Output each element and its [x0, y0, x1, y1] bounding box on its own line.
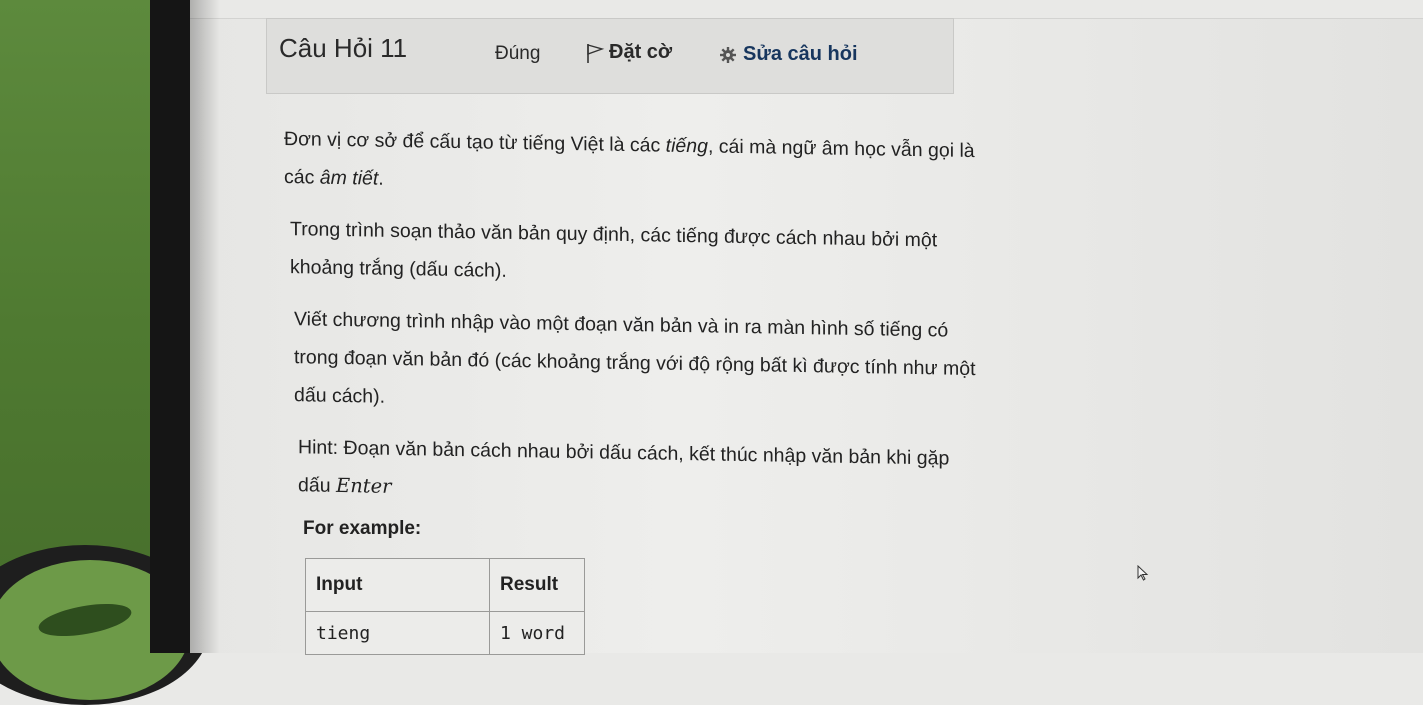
- page-top-edge: [190, 0, 1423, 19]
- paragraph-task: Viết chương trình nhập vào một đoạn văn …: [294, 308, 976, 408]
- monitor-bezel: [150, 0, 190, 653]
- table-cell-input: tieng: [305, 611, 490, 655]
- question-title: Câu Hỏi 11: [279, 33, 408, 63]
- table-row: tieng 1 word: [305, 611, 585, 655]
- gear-icon: [720, 46, 736, 63]
- flag-label: Đặt cờ: [609, 41, 673, 63]
- emphasis-text: tiếng: [665, 134, 708, 158]
- paragraph-spacing-rule: Trong trình soạn thảo văn bản quy định, …: [290, 218, 938, 282]
- examples-table: Input Result tieng 1 word: [305, 558, 585, 655]
- column-header-result: Result: [489, 558, 585, 612]
- table-header-row: Input Result: [305, 558, 585, 612]
- paragraph-text: .: [378, 167, 384, 190]
- paragraph-text: Đơn vị cơ sở để cấu tạo từ tiếng Việt là…: [284, 128, 666, 157]
- edit-label: Sửa câu hỏi: [743, 43, 858, 65]
- question-info-box: Câu Hỏi 11 Đúng Đặt cờ Sửa câu hỏi: [266, 18, 954, 94]
- examples-label: For example:: [303, 518, 422, 539]
- math-enter: Enter: [335, 473, 392, 498]
- flag-icon: [587, 43, 605, 63]
- column-header-input: Input: [305, 558, 490, 612]
- emphasis-text: âm tiết: [319, 166, 379, 190]
- paragraph-hint: Hint: Đoạn văn bản cách nhau bởi dấu các…: [298, 428, 984, 516]
- flag-question-button[interactable]: Đặt cờ: [585, 41, 672, 64]
- mouse-pointer-icon: [1137, 565, 1149, 581]
- paragraph-definition: Đơn vị cơ sở để cấu tạo từ tiếng Việt là…: [284, 120, 984, 208]
- table-cell-result: 1 word: [489, 611, 585, 655]
- edit-question-link[interactable]: Sửa câu hỏi: [719, 43, 858, 66]
- question-status: Đúng: [495, 43, 541, 64]
- question-text: Đơn vị cơ sở để cấu tạo từ tiếng Việt là…: [284, 120, 984, 530]
- bezel-shadow: [190, 0, 220, 653]
- hint-text: Hint: Đoạn văn bản cách nhau bởi dấu các…: [298, 436, 950, 497]
